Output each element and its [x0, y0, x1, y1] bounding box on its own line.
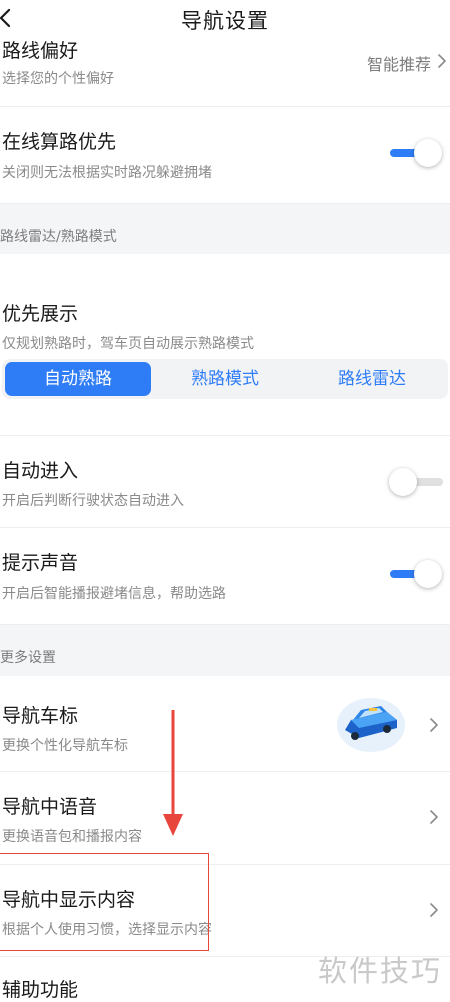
voice-prompt-subtitle: 开启后智能播报避堵信息，帮助选路	[2, 586, 226, 602]
voice-prompt-title: 提示声音	[2, 552, 79, 574]
toggle-knob	[414, 139, 442, 167]
chevron-right-icon	[430, 718, 438, 732]
nav-voice-subtitle: 更换语音包和播报内容	[2, 829, 142, 845]
priority-display-title: 优先展示	[2, 303, 79, 325]
toggle-knob	[389, 468, 417, 496]
auto-enter-subtitle: 开启后判断行驶状态自动进入	[2, 493, 184, 509]
section-header-more: 更多设置	[0, 625, 450, 676]
segment-auto-familiar[interactable]: 自动熟路	[5, 362, 151, 396]
header: 导航设置	[0, 0, 450, 40]
route-preference-value: 智能推荐	[367, 55, 432, 74]
route-preference-row[interactable]: 路线偏好 选择您的个性偏好 智能推荐	[0, 36, 450, 107]
car-icon	[345, 706, 397, 740]
route-preference-subtitle: 选择您的个性偏好	[2, 71, 114, 87]
nav-voice-title: 导航中语音	[2, 796, 98, 818]
section-label-more: 更多设置	[0, 650, 56, 666]
online-calc-row: 在线算路优先 关闭则无法根据实时路况躲避拥堵	[0, 107, 450, 204]
segment-familiar-mode[interactable]: 熟路模式	[152, 362, 298, 396]
chevron-right-icon	[430, 903, 438, 917]
online-calc-title: 在线算路优先	[2, 131, 117, 153]
nav-voice-row[interactable]: 导航中语音 更换语音包和播报内容	[0, 772, 450, 865]
assist-title: 辅助功能	[2, 979, 79, 1001]
auto-enter-row: 自动进入 开启后判断行驶状态自动进入	[0, 436, 450, 528]
route-preference-title: 路线偏好	[2, 40, 79, 62]
section-header-radar: 路线雷达/熟路模式	[0, 204, 450, 254]
watermark: 软件技巧	[318, 954, 443, 988]
car-avatar	[337, 698, 405, 752]
voice-prompt-toggle[interactable]	[390, 558, 444, 590]
voice-prompt-row: 提示声音 开启后智能播报避堵信息，帮助选路	[0, 528, 450, 625]
segment-route-radar[interactable]: 路线雷达	[299, 362, 445, 396]
chevron-right-icon	[438, 54, 446, 68]
auto-enter-title: 自动进入	[2, 460, 79, 482]
annotation-arrow-icon	[163, 710, 183, 836]
priority-display-row: 优先展示 仅规划熟路时，驾车页自动展示熟路模式	[0, 254, 450, 436]
online-calc-toggle[interactable]	[390, 137, 444, 169]
annotation-highlight-box	[0, 853, 209, 951]
priority-display-segmented-control: 自动熟路 熟路模式 路线雷达	[2, 359, 448, 399]
online-calc-subtitle: 关闭则无法根据实时路况躲避拥堵	[2, 165, 212, 181]
toggle-knob	[414, 560, 442, 588]
chevron-right-icon	[430, 810, 438, 824]
car-icon-title: 导航车标	[2, 705, 79, 727]
section-label-radar: 路线雷达/熟路模式	[0, 229, 117, 245]
auto-enter-toggle[interactable]	[389, 466, 443, 498]
car-icon-subtitle: 更换个性化导航车标	[2, 738, 128, 754]
priority-display-subtitle: 仅规划熟路时，驾车页自动展示熟路模式	[2, 336, 254, 352]
page-title: 导航设置	[181, 9, 269, 33]
